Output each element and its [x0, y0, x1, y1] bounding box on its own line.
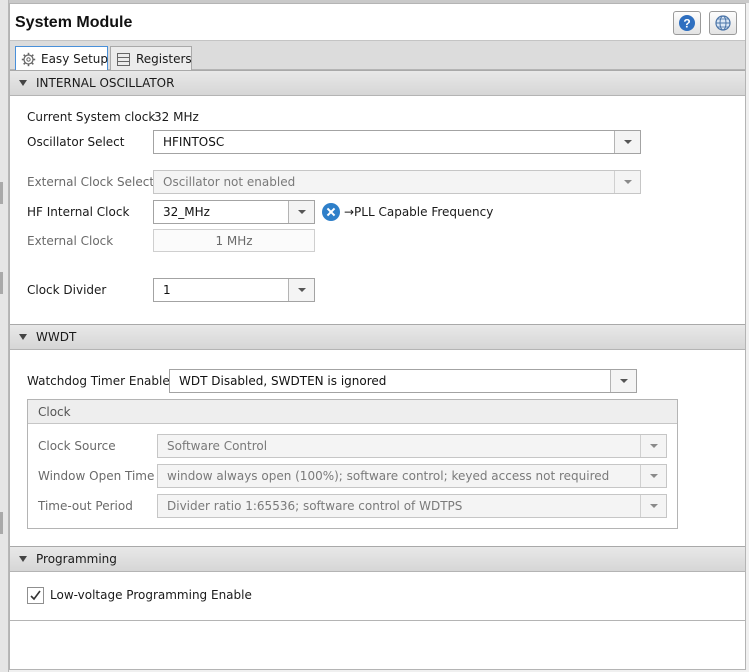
globe-button[interactable] [709, 11, 737, 35]
dropdown-value: Divider ratio 1:65536; software control … [167, 499, 463, 513]
collapse-triangle-icon [19, 80, 27, 86]
clock-source-dropdown: Software Control [157, 434, 667, 458]
chevron-down-icon[interactable] [614, 131, 640, 153]
tab-label: Registers [136, 52, 192, 66]
section-title: Programming [36, 552, 117, 566]
left-edge-marker [0, 182, 3, 204]
info-clear-icon[interactable] [322, 203, 340, 221]
tab-strip: Easy Setup Registers [10, 40, 745, 72]
clock-divider-label: Clock Divider [27, 283, 107, 297]
lvp-label: Low-voltage Programming Enable [50, 588, 252, 602]
clock-source-label: Clock Source [38, 439, 116, 453]
tab-easy-setup[interactable]: Easy Setup [15, 46, 108, 72]
watchdog-enable-dropdown[interactable]: WDT Disabled, SWDTEN is ignored [169, 369, 637, 393]
dropdown-value: 32_MHz [163, 205, 210, 219]
left-edge-marker [0, 512, 3, 534]
system-module-panel: System Module ? Easy Setup Registers INT… [9, 3, 746, 670]
dropdown-value: 1 [163, 283, 171, 297]
timeout-period-label: Time-out Period [38, 499, 133, 513]
clock-group-title: Clock [38, 405, 71, 419]
hf-internal-clock-label: HF Internal Clock [27, 205, 130, 219]
left-edge-marker [0, 272, 3, 294]
window-open-time-dropdown: window always open (100%); software cont… [157, 464, 667, 488]
list-icon [117, 53, 130, 66]
section-header-wwdt[interactable]: WWDT [10, 324, 745, 350]
gear-icon [21, 52, 36, 67]
chevron-down-icon [640, 465, 666, 487]
external-clock-select-label: External Clock Select [27, 175, 155, 189]
external-clock-select-dropdown: Oscillator not enabled [153, 170, 641, 194]
help-button[interactable]: ? [673, 11, 701, 35]
section-title: INTERNAL OSCILLATOR [36, 76, 175, 90]
oscillator-select-label: Oscillator Select [27, 135, 125, 149]
dropdown-value: window always open (100%); software cont… [167, 469, 610, 483]
current-system-clock-value: 32 MHz [154, 110, 199, 124]
page-title: System Module [15, 14, 133, 31]
section-title: WWDT [36, 330, 77, 344]
hf-internal-clock-dropdown[interactable]: 32_MHz [153, 200, 315, 224]
checkmark-icon [30, 590, 41, 601]
section-header-programming[interactable]: Programming [10, 546, 745, 572]
external-clock-label: External Clock [27, 234, 114, 248]
globe-icon [715, 15, 731, 31]
chevron-down-icon [614, 171, 640, 193]
chevron-down-icon [640, 435, 666, 457]
help-icon: ? [679, 15, 695, 31]
lvp-checkbox[interactable] [27, 587, 44, 604]
watchdog-enable-label: Watchdog Timer Enable [27, 374, 170, 388]
pll-capable-note: →PLL Capable Frequency [344, 205, 494, 219]
tab-registers[interactable]: Registers [110, 46, 192, 71]
current-system-clock-label: Current System clock [27, 110, 156, 124]
chevron-down-icon[interactable] [288, 279, 314, 301]
chevron-down-icon[interactable] [610, 370, 636, 392]
section-header-internal-oscillator[interactable]: INTERNAL OSCILLATOR [10, 70, 745, 96]
field-value: 1 MHz [215, 234, 253, 248]
chevron-down-icon[interactable] [288, 201, 314, 223]
dropdown-value: WDT Disabled, SWDTEN is ignored [179, 374, 387, 388]
dropdown-value: Software Control [167, 439, 268, 453]
dropdown-value: HFINTOSC [163, 135, 225, 149]
timeout-period-dropdown: Divider ratio 1:65536; software control … [157, 494, 667, 518]
window-open-time-label: Window Open Time [38, 469, 155, 483]
panel-header: System Module ? [10, 4, 745, 40]
oscillator-select-dropdown[interactable]: HFINTOSC [153, 130, 641, 154]
chevron-down-icon [640, 495, 666, 517]
left-edge [0, 0, 9, 672]
dropdown-value: Oscillator not enabled [163, 175, 296, 189]
collapse-triangle-icon [19, 556, 27, 562]
svg-text:?: ? [683, 17, 690, 31]
bottom-divider [10, 620, 745, 621]
clock-group-header: Clock [28, 400, 677, 424]
collapse-triangle-icon [19, 334, 27, 340]
tab-label: Easy Setup [41, 52, 109, 66]
clock-divider-dropdown[interactable]: 1 [153, 278, 315, 302]
external-clock-field: 1 MHz [153, 229, 315, 252]
